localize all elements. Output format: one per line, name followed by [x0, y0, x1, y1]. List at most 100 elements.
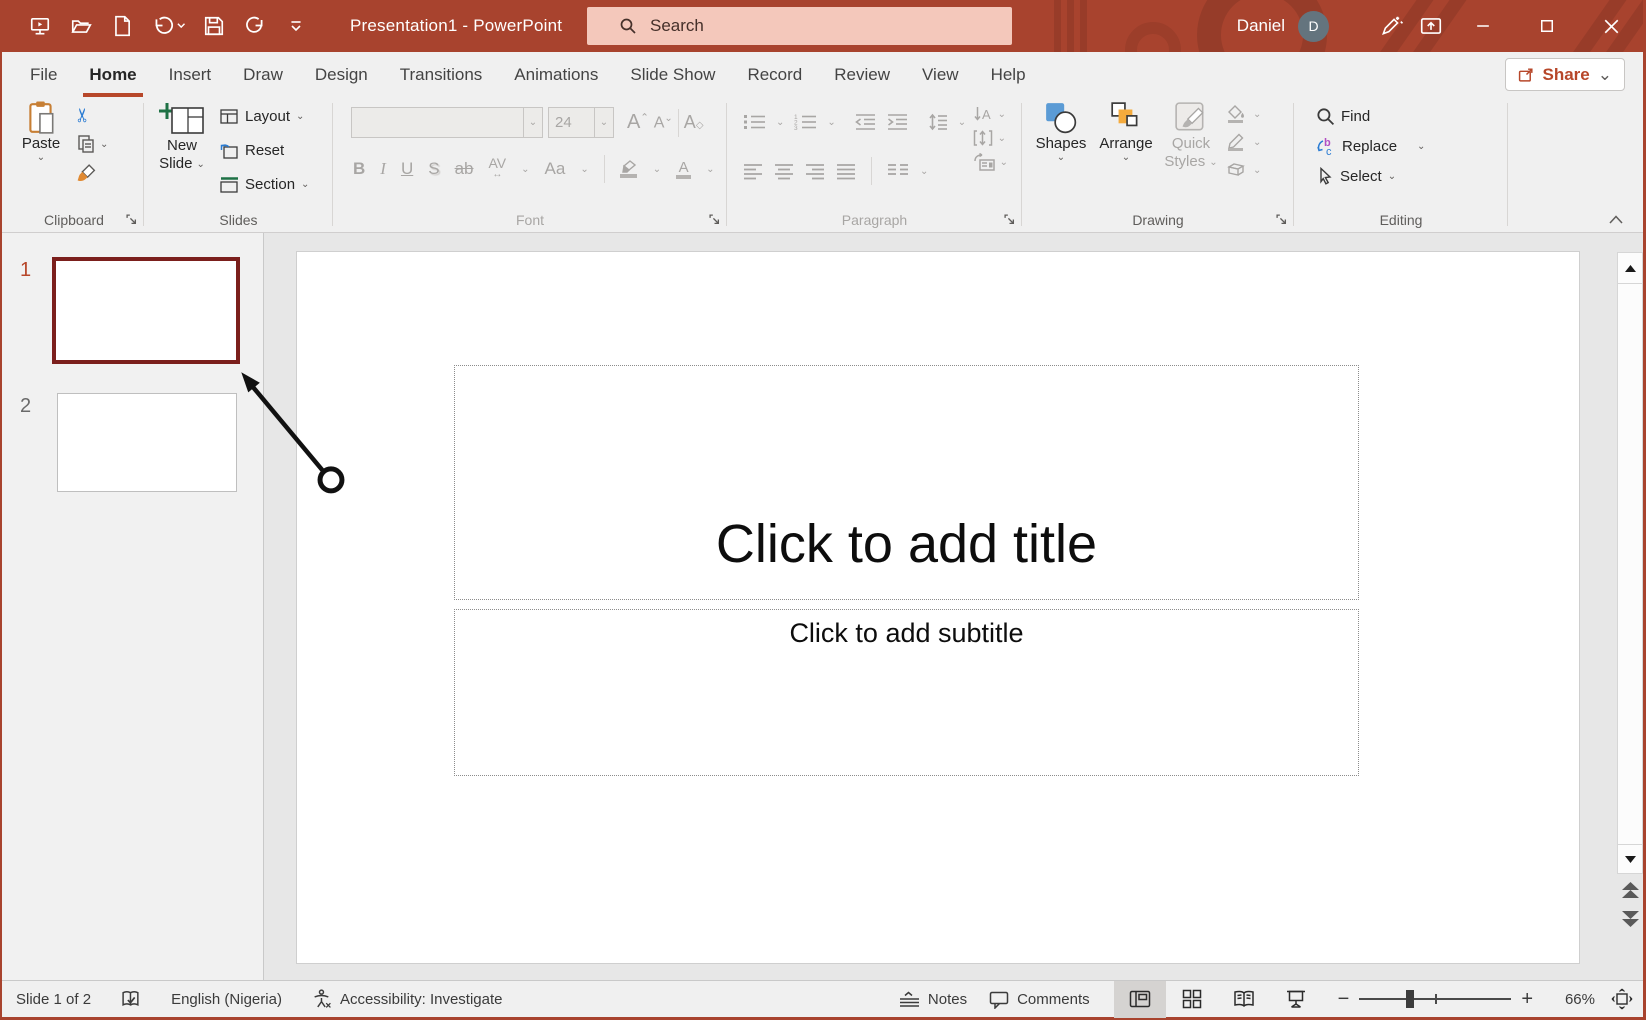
- bold-button[interactable]: B: [353, 159, 365, 179]
- bullets-button[interactable]: [743, 113, 766, 131]
- slide-sorter-view-button[interactable]: [1166, 981, 1218, 1018]
- previous-slide-button[interactable]: [1617, 878, 1643, 902]
- scrollbar-track[interactable]: [1617, 284, 1643, 844]
- next-slide-button[interactable]: [1617, 906, 1643, 930]
- increase-font-size-button[interactable]: A⌃: [627, 111, 649, 134]
- replace-button[interactable]: bc Replace ⌄: [1316, 135, 1425, 157]
- tab-transitions[interactable]: Transitions: [384, 52, 499, 97]
- close-button[interactable]: [1579, 0, 1643, 52]
- font-color-button[interactable]: A: [676, 160, 691, 179]
- spell-check-button[interactable]: [121, 990, 141, 1008]
- decrease-font-size-button[interactable]: A⌄: [654, 113, 673, 132]
- whats-new-pen-icon[interactable]: [1371, 0, 1411, 52]
- convert-to-smartart-button[interactable]: ⌄: [973, 153, 1008, 171]
- scroll-up-button[interactable]: [1617, 252, 1643, 284]
- subtitle-placeholder[interactable]: Click to add subtitle: [454, 609, 1359, 776]
- slide-canvas[interactable]: Click to add title Click to add subtitle: [296, 251, 1580, 964]
- copy-button[interactable]: ⌄: [76, 134, 108, 154]
- zoom-slider[interactable]: [1359, 989, 1511, 1009]
- drawing-dialog-launcher[interactable]: [1274, 212, 1289, 227]
- clipboard-dialog-launcher[interactable]: [124, 212, 139, 227]
- zoom-in-button[interactable]: +: [1521, 992, 1533, 1006]
- italic-button[interactable]: I: [380, 159, 386, 179]
- language-indicator[interactable]: English (Nigeria): [171, 991, 282, 1008]
- section-button[interactable]: Section ⌄: [220, 171, 309, 198]
- slide-2-thumbnail[interactable]: [57, 393, 237, 492]
- shape-effects-button[interactable]: ⌄: [1226, 161, 1261, 179]
- strikethrough-button[interactable]: ab: [455, 159, 474, 179]
- format-painter-button[interactable]: [76, 163, 97, 184]
- shape-outline-button[interactable]: ⌄: [1226, 133, 1261, 151]
- maximize-button[interactable]: [1515, 0, 1579, 52]
- change-case-button[interactable]: Aa: [545, 159, 566, 179]
- decrease-indent-button[interactable]: [854, 113, 876, 131]
- scroll-down-button[interactable]: [1617, 844, 1643, 874]
- avatar[interactable]: D: [1298, 11, 1329, 42]
- search-box[interactable]: Search: [587, 7, 1012, 45]
- shape-fill-button[interactable]: ⌄: [1226, 105, 1261, 123]
- font-name-combo[interactable]: ⌄: [351, 107, 543, 138]
- new-slide-button[interactable]: New Slide⌄: [152, 101, 212, 173]
- user-name[interactable]: Daniel: [1237, 16, 1285, 36]
- customize-quick-access-icon[interactable]: [284, 14, 308, 38]
- tab-draw[interactable]: Draw: [227, 52, 299, 97]
- reading-view-button[interactable]: [1218, 981, 1270, 1018]
- columns-button[interactable]: [887, 163, 909, 180]
- align-text-button[interactable]: ⌄: [973, 129, 1006, 147]
- tab-design[interactable]: Design: [299, 52, 384, 97]
- tab-slide-show[interactable]: Slide Show: [614, 52, 731, 97]
- tab-insert[interactable]: Insert: [153, 52, 228, 97]
- align-right-button[interactable]: [805, 163, 825, 180]
- normal-view-button[interactable]: [1114, 981, 1166, 1018]
- slide-counter[interactable]: Slide 1 of 2: [16, 991, 91, 1008]
- tab-file[interactable]: File: [14, 52, 73, 97]
- paste-button[interactable]: Paste ⌄: [14, 101, 68, 162]
- tab-record[interactable]: Record: [731, 52, 818, 97]
- redo-icon[interactable]: [243, 14, 267, 38]
- line-spacing-button[interactable]: [926, 113, 948, 131]
- undo-button[interactable]: [151, 14, 185, 38]
- select-button[interactable]: Select ⌄: [1316, 165, 1425, 187]
- zoom-percentage[interactable]: 66%: [1547, 991, 1595, 1008]
- minimize-button[interactable]: [1451, 0, 1515, 52]
- arrange-button[interactable]: Arrange ⌄: [1094, 101, 1158, 162]
- justify-button[interactable]: [836, 163, 856, 180]
- collapse-ribbon-button[interactable]: [1605, 210, 1627, 228]
- font-size-combo[interactable]: 24 ⌄: [548, 107, 614, 138]
- font-dialog-launcher[interactable]: [707, 212, 722, 227]
- paragraph-dialog-launcher[interactable]: [1002, 212, 1017, 227]
- accessibility-checker[interactable]: Accessibility: Investigate: [312, 989, 503, 1009]
- slideshow-view-button[interactable]: [1270, 981, 1322, 1018]
- align-left-button[interactable]: [743, 163, 763, 180]
- tab-help[interactable]: Help: [975, 52, 1042, 97]
- numbering-button[interactable]: 123: [794, 113, 817, 131]
- text-shadow-button[interactable]: S: [428, 159, 439, 179]
- tab-review[interactable]: Review: [818, 52, 906, 97]
- fit-slide-to-window-button[interactable]: [1611, 988, 1633, 1010]
- text-direction-button[interactable]: A ⌄: [973, 105, 1006, 123]
- cut-button[interactable]: ✂: [74, 107, 94, 123]
- text-highlight-button[interactable]: [620, 160, 638, 178]
- increase-indent-button[interactable]: [886, 113, 908, 131]
- notes-toggle[interactable]: Notes: [899, 991, 967, 1008]
- tab-animations[interactable]: Animations: [498, 52, 614, 97]
- align-center-button[interactable]: [774, 163, 794, 180]
- slide-1-thumbnail[interactable]: [52, 257, 240, 364]
- zoom-out-button[interactable]: −: [1338, 992, 1350, 1006]
- share-button[interactable]: Share ⌄: [1505, 58, 1626, 91]
- ribbon-display-options-icon[interactable]: [1411, 0, 1451, 52]
- clear-formatting-button[interactable]: A◇: [684, 112, 704, 133]
- character-spacing-button[interactable]: AV ↔: [489, 158, 507, 180]
- quick-styles-button[interactable]: Quick Styles⌄: [1162, 101, 1220, 171]
- save-icon[interactable]: [202, 14, 226, 38]
- open-file-icon[interactable]: [69, 14, 93, 38]
- reset-button[interactable]: Reset: [220, 137, 309, 164]
- new-file-icon[interactable]: [110, 14, 134, 38]
- find-button[interactable]: Find: [1316, 105, 1425, 127]
- underline-button[interactable]: U: [401, 159, 413, 179]
- layout-button[interactable]: Layout ⌄: [220, 103, 309, 130]
- shapes-button[interactable]: Shapes ⌄: [1032, 101, 1090, 162]
- title-placeholder[interactable]: Click to add title: [454, 365, 1359, 600]
- tab-view[interactable]: View: [906, 52, 975, 97]
- comments-toggle[interactable]: Comments: [989, 990, 1090, 1009]
